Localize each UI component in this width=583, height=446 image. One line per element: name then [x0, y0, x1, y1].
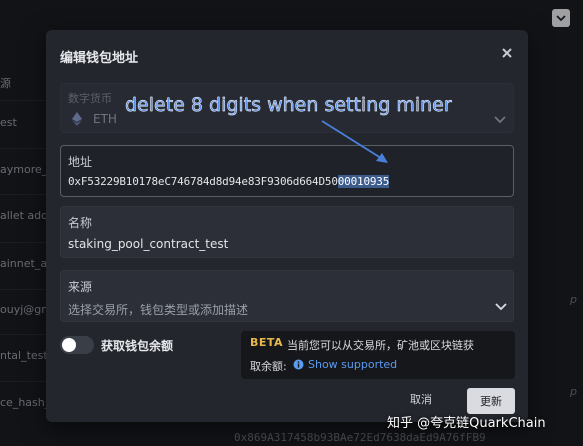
source-select[interactable]: 来源 选择交易所，钱包类型或添加描述	[60, 270, 514, 322]
name-field[interactable]: 名称 staking_pool_contract_test	[60, 206, 514, 258]
address-label: 地址	[68, 155, 93, 169]
watermark: 知乎 @夸克链QuarkChain	[387, 416, 546, 431]
close-icon[interactable]	[498, 44, 516, 62]
ethereum-icon	[72, 112, 82, 126]
balance-toggle[interactable]	[60, 336, 94, 354]
update-button[interactable]: 更新	[467, 388, 515, 414]
source-placeholder: 选择交易所，钱包类型或添加描述	[68, 303, 249, 317]
beta-text: 取余额:	[250, 360, 287, 373]
cancel-button[interactable]: 取消	[410, 391, 432, 407]
beta-notice: BETA 当前您可以从交易所，矿池或区块链获 取余额: Show support…	[241, 331, 515, 379]
toggle-knob	[62, 338, 76, 352]
name-input[interactable]: staking_pool_contract_test	[68, 237, 228, 251]
address-selected-text: 00010935	[337, 175, 390, 188]
beta-text: 当前您可以从交易所，矿池或区块链获	[287, 339, 474, 352]
currency-label: 数字货币	[68, 92, 112, 105]
name-label: 名称	[68, 216, 93, 230]
beta-badge: BETA	[250, 336, 284, 349]
chevron-down-icon	[494, 116, 506, 124]
info-icon	[293, 359, 304, 370]
balance-toggle-label: 获取钱包余额	[101, 339, 174, 353]
source-label: 来源	[68, 280, 93, 294]
show-supported-link[interactable]: Show supported	[308, 358, 397, 371]
annotation-text: delete 8 digits when setting miner	[125, 94, 452, 116]
address-input[interactable]: 0xF53229B10178eC746784d8d94e83F9306d664D…	[68, 175, 389, 188]
arrow-icon	[321, 120, 388, 163]
currency-value: ETH	[93, 112, 117, 126]
address-text: 0xF53229B10178eC746784d8d94e83F9306d664D…	[68, 175, 338, 188]
chevron-down-icon	[495, 303, 507, 311]
modal-title: 编辑钱包地址	[60, 51, 139, 66]
address-field[interactable]: 地址 0xF53229B10178eC746784d8d94e83F9306d6…	[60, 145, 514, 197]
edit-wallet-modal: 编辑钱包地址 数字货币 ETH 地址 0xF53229B10178eC74678…	[46, 30, 528, 422]
